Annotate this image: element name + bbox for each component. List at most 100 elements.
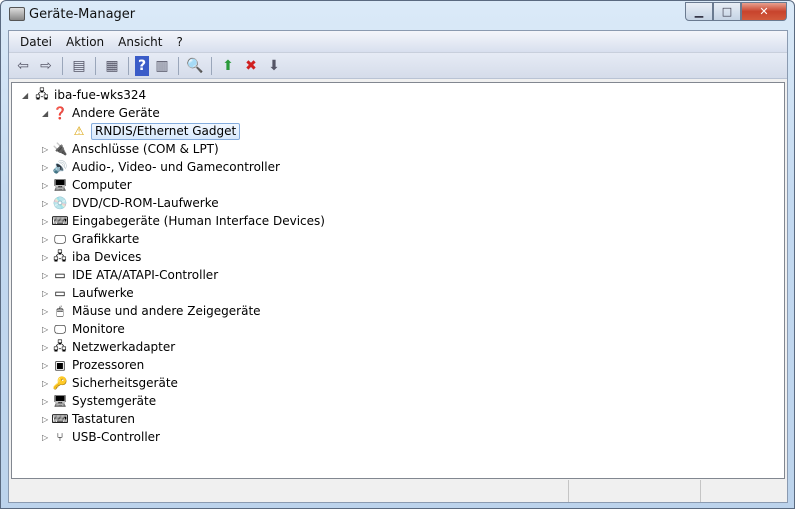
category-icon: 🖥 <box>52 178 68 192</box>
disable-icon[interactable]: ⬇ <box>264 56 284 76</box>
expand-icon[interactable]: ▷ <box>42 361 48 370</box>
tree-item-category[interactable]: ▷ 🖵 Grafikkarte <box>42 230 139 248</box>
category-icon: 🖱 <box>56 303 64 318</box>
category-icon: ⌨ <box>51 214 69 228</box>
tree-item-label: Netzwerkadapter <box>72 340 176 354</box>
warning-device-icon: ⚠ <box>73 124 85 138</box>
tree-item-category[interactable]: ▷ 🖧 Netzwerkadapter <box>42 338 175 356</box>
tree-item-label: Systemgeräte <box>72 394 157 408</box>
expand-icon[interactable]: ▷ <box>42 217 48 226</box>
update-driver-icon[interactable]: ⬆ <box>218 56 238 76</box>
tree-item-label: Audio-, Video- und Gamecontroller <box>72 160 280 174</box>
category-icon: ▭ <box>54 286 66 300</box>
tree-item-category[interactable]: ▷ ▭ IDE ATA/ATAPI-Controller <box>42 266 218 284</box>
tree-item-label: Prozessoren <box>72 358 145 372</box>
tree-item-andere-geraete[interactable]: ◢ ❓ Andere Geräte <box>42 104 160 122</box>
unknown-device-icon: ❓ <box>52 106 68 120</box>
expand-icon[interactable]: ▷ <box>42 253 48 262</box>
close-button[interactable]: ✕ <box>741 2 787 21</box>
tree-item-category[interactable]: ▷ 🖥 Computer <box>42 176 132 194</box>
expand-icon[interactable]: ▷ <box>42 433 48 442</box>
tree-item-category[interactable]: ▷ 💿 DVD/CD-ROM-Laufwerke <box>42 194 219 212</box>
tree-item-category[interactable]: ▷ ▭ Laufwerke <box>42 284 134 302</box>
show-action-pane-icon[interactable]: ▥ <box>152 56 172 76</box>
menu-help[interactable]: ? <box>169 35 189 49</box>
tree-item-category[interactable]: ▷ 🔑 Sicherheitsgeräte <box>42 374 178 392</box>
expand-icon[interactable]: ▷ <box>42 415 48 424</box>
tree-item-label: Sicherheitsgeräte <box>72 376 178 390</box>
menu-datei[interactable]: Datei <box>13 35 59 49</box>
tree-item-category[interactable]: ▷ 🔌 Anschlüsse (COM & LPT) <box>42 140 219 158</box>
device-manager-window: Geräte-Manager ▁ □ ✕ Datei Aktion Ansich… <box>0 0 795 509</box>
tree-item-label: Laufwerke <box>72 286 134 300</box>
computer-icon: 🖧 <box>35 86 49 101</box>
tree-item-label: iba Devices <box>72 250 142 264</box>
category-icon: 🔌 <box>52 142 68 156</box>
category-icon: 🔑 <box>52 376 68 390</box>
tree-item-category[interactable]: ▷ ⌨ Tastaturen <box>42 410 135 428</box>
category-icon: 🖵 <box>54 321 66 336</box>
tree-item-label: Computer <box>72 178 132 192</box>
uninstall-icon[interactable]: ✖ <box>241 56 261 76</box>
tree-item-category[interactable]: ▷ ⑂ USB-Controller <box>42 428 160 446</box>
category-icon: 🖧 <box>53 338 67 353</box>
tree-item-label: IDE ATA/ATAPI-Controller <box>72 268 219 282</box>
collapse-icon[interactable]: ◢ <box>42 109 48 118</box>
category-icon: ⌨ <box>51 412 69 426</box>
expand-icon[interactable]: ▷ <box>42 325 48 334</box>
menu-ansicht[interactable]: Ansicht <box>111 35 169 49</box>
tree-item-category[interactable]: ▷ 🖱 Mäuse und andere Zeigegeräte <box>42 302 261 320</box>
category-icon: 💿 <box>52 196 68 210</box>
device-tree[interactable]: ◢ 🖧 iba-fue-wks324 ◢ ❓ Andere Geräte ⚠ R… <box>11 82 785 479</box>
tree-item-category[interactable]: ▷ 🖧 iba Devices <box>42 248 141 266</box>
category-icon: 🖧 <box>53 248 67 263</box>
tree-root-label: iba-fue-wks324 <box>54 88 147 102</box>
tree-item-label: RNDIS/Ethernet Gadget <box>91 122 241 140</box>
expand-icon[interactable]: ▷ <box>42 163 48 172</box>
expand-icon[interactable]: ▷ <box>42 235 48 244</box>
category-icon: ▣ <box>54 358 66 372</box>
category-icon: 🖵 <box>54 231 66 246</box>
tree-item-label: DVD/CD-ROM-Laufwerke <box>72 196 219 210</box>
menu-bar: Datei Aktion Ansicht ? <box>9 31 787 53</box>
expand-icon[interactable]: ▷ <box>42 343 48 352</box>
scan-hardware-icon[interactable]: 🔍 <box>185 56 205 76</box>
expand-icon[interactable]: ▷ <box>42 199 48 208</box>
show-hide-console-tree-icon[interactable]: ▤ <box>69 56 89 76</box>
window-title: Geräte-Manager <box>29 7 136 22</box>
category-icon: ⑂ <box>56 430 64 444</box>
maximize-button[interactable]: □ <box>713 2 741 21</box>
category-icon: 🖥 <box>52 394 68 408</box>
expand-icon[interactable]: ▷ <box>42 289 48 298</box>
tree-item-category[interactable]: ▷ 🔊 Audio-, Video- und Gamecontroller <box>42 158 280 176</box>
tree-item-label: USB-Controller <box>72 430 160 444</box>
tree-item-rndis[interactable]: ⚠ RNDIS/Ethernet Gadget <box>71 122 241 140</box>
tree-item-label: Mäuse und andere Zeigegeräte <box>72 304 261 318</box>
minimize-button[interactable]: ▁ <box>685 2 713 21</box>
forward-icon[interactable]: ⇨ <box>36 56 56 76</box>
toolbar: ⇦ ⇨ ▤ ▦ ? ▥ 🔍 ⬆ ✖ ⬇ <box>9 53 787 79</box>
tree-item-label: Anschlüsse (COM & LPT) <box>72 142 219 156</box>
tree-item-category[interactable]: ▷ ▣ Prozessoren <box>42 356 144 374</box>
collapse-icon[interactable]: ◢ <box>22 91 28 100</box>
help-icon[interactable]: ? <box>135 55 149 76</box>
category-icon: ▭ <box>54 268 66 282</box>
properties-icon[interactable]: ▦ <box>102 56 122 76</box>
tree-item-category[interactable]: ▷ 🖥 Systemgeräte <box>42 392 156 410</box>
back-icon[interactable]: ⇦ <box>13 56 33 76</box>
tree-item-label: Monitore <box>72 322 125 336</box>
expand-icon[interactable]: ▷ <box>42 307 48 316</box>
expand-icon[interactable]: ▷ <box>42 397 48 406</box>
tree-item-category[interactable]: ▷ ⌨ Eingabegeräte (Human Interface Devices… <box>42 212 325 230</box>
expand-icon[interactable]: ▷ <box>42 181 48 190</box>
expand-icon[interactable]: ▷ <box>42 271 48 280</box>
tree-item-label: Eingabegeräte (Human Interface Devices) <box>72 214 325 228</box>
expand-icon[interactable]: ▷ <box>42 379 48 388</box>
tree-root[interactable]: ◢ 🖧 iba-fue-wks324 <box>22 86 146 104</box>
category-icon: 🔊 <box>52 160 68 174</box>
menu-aktion[interactable]: Aktion <box>59 35 111 49</box>
tree-item-label: Grafikkarte <box>72 232 140 246</box>
expand-icon[interactable]: ▷ <box>42 145 48 154</box>
tree-item-label: Tastaturen <box>72 412 135 426</box>
tree-item-category[interactable]: ▷ 🖵 Monitore <box>42 320 125 338</box>
